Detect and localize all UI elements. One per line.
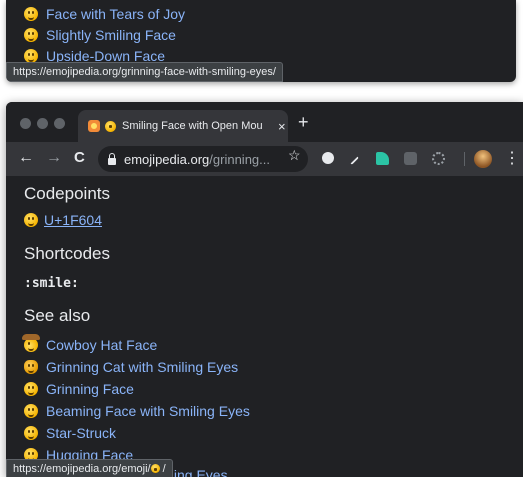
url-domain: emojipedia.org <box>124 151 210 167</box>
shortcodes-heading: Shortcodes <box>24 244 110 263</box>
list-item[interactable]: Cowboy Hat Face <box>22 334 157 355</box>
upside-down-face-icon <box>24 49 38 63</box>
see-also-link[interactable]: Grinning Face <box>46 381 134 397</box>
tab-bar: Smiling Face with Open Mou × + <box>6 102 523 142</box>
hummingbird-extension-icon[interactable] <box>376 152 389 165</box>
link-status-bubble: https://emojipedia.org/grinning-face-wit… <box>6 62 283 82</box>
reload-button[interactable]: C <box>74 149 85 166</box>
profile-avatar[interactable] <box>474 150 492 168</box>
emojipedia-favicon-icon <box>88 120 100 132</box>
status-bar: https://emojipedia.org/emoji/ / <box>6 459 173 477</box>
list-item[interactable]: Grinning Cat with Smiling Eyes <box>24 357 238 377</box>
face-with-tears-of-joy-icon <box>24 7 38 21</box>
shortcode-value: :smile: <box>24 276 79 291</box>
address-bar[interactable]: emojipedia.org/grinning... <box>98 146 308 172</box>
cowboy-hat-face-icon <box>22 334 40 352</box>
see-also-link[interactable]: Star-Struck <box>46 425 116 441</box>
emoji-link[interactable]: Slightly Smiling Face <box>46 27 176 43</box>
list-item[interactable]: Face with Tears of Joy <box>24 4 185 24</box>
toolbar: ← → C emojipedia.org/grinning... ☆ ⋮ <box>6 142 523 176</box>
see-also-link[interactable]: Grinning Cat with Smiling Eyes <box>46 359 238 375</box>
smiling-face-icon <box>150 464 160 473</box>
back-button[interactable]: ← <box>18 149 34 167</box>
list-item[interactable]: Beaming Face with Smiling Eyes <box>24 401 250 421</box>
smiling-face-icon <box>105 120 116 132</box>
background-browser-window: Face with Tears of Joy Slightly Smiling … <box>6 0 516 82</box>
new-tab-button[interactable]: + <box>298 112 309 133</box>
codepoint-row[interactable]: U+1F604 <box>24 212 102 228</box>
list-item[interactable]: Slightly Smiling Face <box>24 25 176 45</box>
emoji-link[interactable]: Face with Tears of Joy <box>46 6 185 22</box>
menu-icon[interactable]: ⋮ <box>504 148 520 168</box>
browser-window: Smiling Face with Open Mou × + ← → C emo… <box>6 102 523 477</box>
page-content: Codepoints U+1F604 Shortcodes :smile: Se… <box>6 176 523 477</box>
lock-icon <box>108 152 116 165</box>
codepoints-heading: Codepoints <box>24 184 111 203</box>
url-path: /grinning... <box>209 151 270 167</box>
status-url-suffix: / <box>159 463 166 475</box>
forward-button[interactable]: → <box>46 149 62 167</box>
star-struck-icon <box>24 426 38 440</box>
zoom-window-button[interactable] <box>54 118 65 129</box>
pen-extension-icon[interactable] <box>349 155 359 165</box>
list-item[interactable]: Star-Struck <box>24 423 116 443</box>
beaming-face-icon <box>24 404 38 418</box>
bookmark-star-icon[interactable]: ☆ <box>288 147 301 164</box>
see-also-heading: See also <box>24 306 91 325</box>
list-item[interactable]: Grinning Face <box>24 379 134 399</box>
slightly-smiling-face-icon <box>24 28 38 42</box>
grinning-cat-icon <box>24 360 38 374</box>
tab-title: Smiling Face with Open Mou <box>122 120 263 132</box>
url-text: emojipedia.org/grinning... <box>124 152 270 167</box>
smiling-face-icon <box>24 213 38 227</box>
see-also-link[interactable]: Beaming Face with Smiling Eyes <box>46 403 250 419</box>
loading-extension-icon[interactable] <box>432 152 445 165</box>
status-url-prefix: https://emojipedia.org/emoji/ <box>13 463 151 475</box>
grinning-face-icon <box>24 382 38 396</box>
facebook-extension-icon[interactable] <box>404 152 417 165</box>
close-tab-icon[interactable]: × <box>278 119 286 134</box>
close-window-button[interactable] <box>20 118 31 129</box>
tab-smiling-face[interactable]: Smiling Face with Open Mou × <box>78 110 288 142</box>
shield-extension-icon[interactable] <box>322 152 334 164</box>
codepoint-link[interactable]: U+1F604 <box>44 212 102 228</box>
toolbar-divider <box>464 152 465 166</box>
minimize-window-button[interactable] <box>37 118 48 129</box>
see-also-link[interactable]: Cowboy Hat Face <box>46 337 157 353</box>
